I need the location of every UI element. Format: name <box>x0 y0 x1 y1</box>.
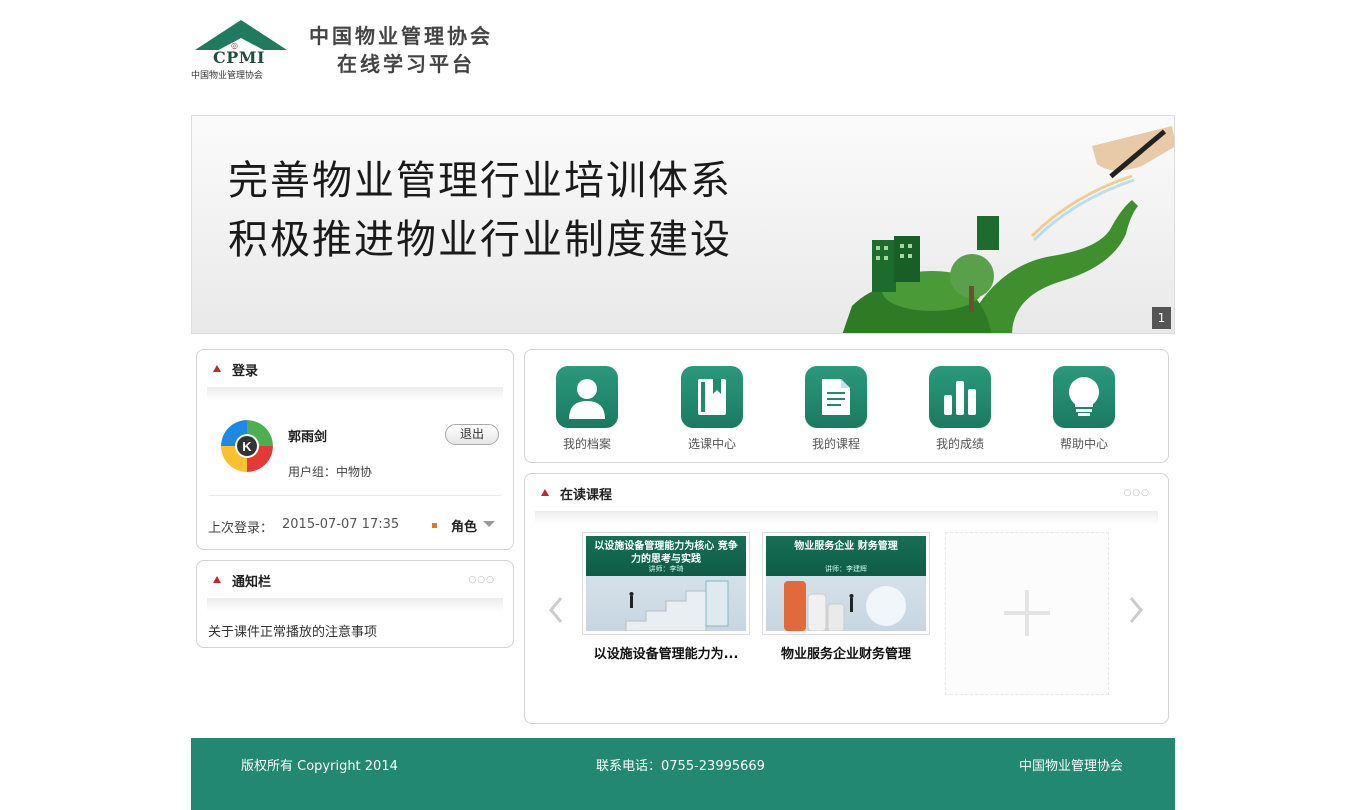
banner-slogan-line2: 积极推进物业行业制度建设 <box>228 217 732 263</box>
panel-divider <box>535 511 1158 525</box>
profile-icon <box>556 366 618 428</box>
banner-illustration <box>842 126 1174 333</box>
courses-panel-header: 在读课程 ○○○ <box>525 474 1168 512</box>
divider <box>209 495 501 496</box>
banner-slogan-line1: 完善物业管理行业培训体系 <box>228 158 732 204</box>
current-courses-panel: 在读课程 ○○○ 以设施设备管理能力为核心 竞争力的思考与实践 讲师：李琦 以设… <box>524 473 1169 724</box>
plus-icon <box>1004 590 1050 636</box>
hero-banner[interactable]: 完善物业管理行业培训体系 积极推进物业行业制度建设 1 <box>191 115 1175 334</box>
course-image: 物业服务企业 财务管理 讲师：李建辉 <box>766 536 926 631</box>
course-card[interactable]: 物业服务企业 财务管理 讲师：李建辉 物业服务企业财务管理 <box>762 532 930 662</box>
nav-label: 帮助中心 <box>1059 437 1108 451</box>
triangle-icon <box>213 365 221 372</box>
site-footer: 版权所有 Copyright 2014 联系电话：0755-23995669 中… <box>191 738 1175 810</box>
panel-divider <box>207 387 503 401</box>
site-title-line2: 在线学习平台 <box>337 52 475 76</box>
more-dots-icon[interactable]: ○○○ <box>1123 488 1150 498</box>
login-panel-title: 登录 <box>232 364 259 379</box>
nav-label: 我的档案 <box>562 437 611 451</box>
avatar[interactable]: K <box>221 420 273 472</box>
last-login-value: 2015-07-07 17:35 <box>282 517 400 532</box>
triangle-icon <box>541 489 549 496</box>
courses-panel-title: 在读课程 <box>560 488 613 503</box>
chevron-right-icon[interactable] <box>1129 596 1143 624</box>
site-header: ◎ CPMI 中国物业管理协会 中国物业管理协会 在线学习平台 <box>191 18 591 84</box>
nav-label: 选课中心 <box>687 437 736 451</box>
user-group: 用户组：中物协 <box>288 465 373 479</box>
course-thumb-lecturer: 讲师：李建辉 <box>825 565 867 573</box>
bar-chart-icon <box>929 366 991 428</box>
logout-button[interactable]: 退出 <box>445 424 499 445</box>
svg-text:K: K <box>242 439 252 454</box>
course-name: 物业服务企业财务管理 <box>780 647 911 662</box>
nav-label: 我的课程 <box>811 437 860 451</box>
nav-my-courses[interactable]: 我的课程 <box>796 366 876 452</box>
login-panel: 登录 K 郭雨剑 退出 用户组：中物协 上次登录： 2015-07-07 17:… <box>196 349 514 550</box>
stairs-graphic <box>625 580 729 631</box>
coins-graphic <box>784 581 906 631</box>
nav-help-center[interactable]: 帮助中心 <box>1044 366 1124 452</box>
panel-divider <box>207 598 503 612</box>
more-dots-icon[interactable]: ○○○ <box>468 575 495 585</box>
course-image: 以设施设备管理能力为核心 竞争力的思考与实践 讲师：李琦 <box>586 536 746 631</box>
course-thumbnail: 以设施设备管理能力为核心 竞争力的思考与实践 讲师：李琦 <box>582 532 750 635</box>
course-name: 以设施设备管理能力为... <box>593 647 739 662</box>
notice-panel-header: 通知栏 ○○○ <box>197 561 513 599</box>
site-title: 中国物业管理协会 在线学习平台 <box>309 22 493 78</box>
nav-course-selection[interactable]: 选课中心 <box>672 366 752 452</box>
course-thumb-lecturer: 讲师：李琦 <box>648 565 684 573</box>
logo-text: CPMI <box>213 48 265 67</box>
banner-page-indicator[interactable]: 1 <box>1152 307 1171 329</box>
course-thumbnail: 物业服务企业 财务管理 讲师：李建辉 <box>762 532 930 635</box>
nav-my-profile[interactable]: 我的档案 <box>547 366 627 452</box>
login-panel-header: 登录 <box>197 350 513 388</box>
site-title-line1: 中国物业管理协会 <box>309 24 493 48</box>
avatar-icon: K <box>221 420 273 472</box>
lightbulb-icon <box>1053 366 1115 428</box>
footer-copyright: 版权所有 Copyright 2014 <box>241 759 398 774</box>
chevron-left-icon[interactable] <box>549 596 563 624</box>
add-course-button[interactable] <box>945 532 1109 695</box>
last-login-label: 上次登录： <box>208 521 274 536</box>
nav-my-grades[interactable]: 我的成绩 <box>920 366 1000 452</box>
course-thumb-title: 以设施设备管理能力为核心 竞争力的思考与实践 <box>594 541 738 565</box>
document-icon <box>805 366 867 428</box>
notice-panel-title: 通知栏 <box>232 575 272 590</box>
footer-phone: 联系电话：0755-23995669 <box>596 759 765 774</box>
logo-subtitle: 中国物业管理协会 <box>191 71 264 81</box>
cpmi-logo[interactable]: ◎ CPMI 中国物业管理协会 <box>191 18 295 82</box>
chevron-down-icon[interactable] <box>483 521 495 527</box>
notice-panel: 通知栏 ○○○ 关于课件正常播放的注意事项 <box>196 560 514 648</box>
course-card[interactable]: 以设施设备管理能力为核心 竞争力的思考与实践 讲师：李琦 以设施设备管理能力为.… <box>582 532 750 662</box>
course-thumb-title: 物业服务企业 财务管理 <box>794 541 898 552</box>
role-dropdown[interactable]: 角色 <box>451 516 477 535</box>
notice-item-link[interactable]: 关于课件正常播放的注意事项 <box>208 621 377 640</box>
username: 郭雨剑 <box>288 430 328 445</box>
triangle-icon <box>213 576 221 583</box>
book-icon <box>681 366 743 428</box>
nav-label: 我的成绩 <box>935 437 984 451</box>
bullet-icon <box>432 523 437 528</box>
footer-org: 中国物业管理协会 <box>1019 759 1124 774</box>
quick-nav-panel: 我的档案 选课中心 我的课程 我的成绩 帮助中心 <box>524 349 1169 463</box>
